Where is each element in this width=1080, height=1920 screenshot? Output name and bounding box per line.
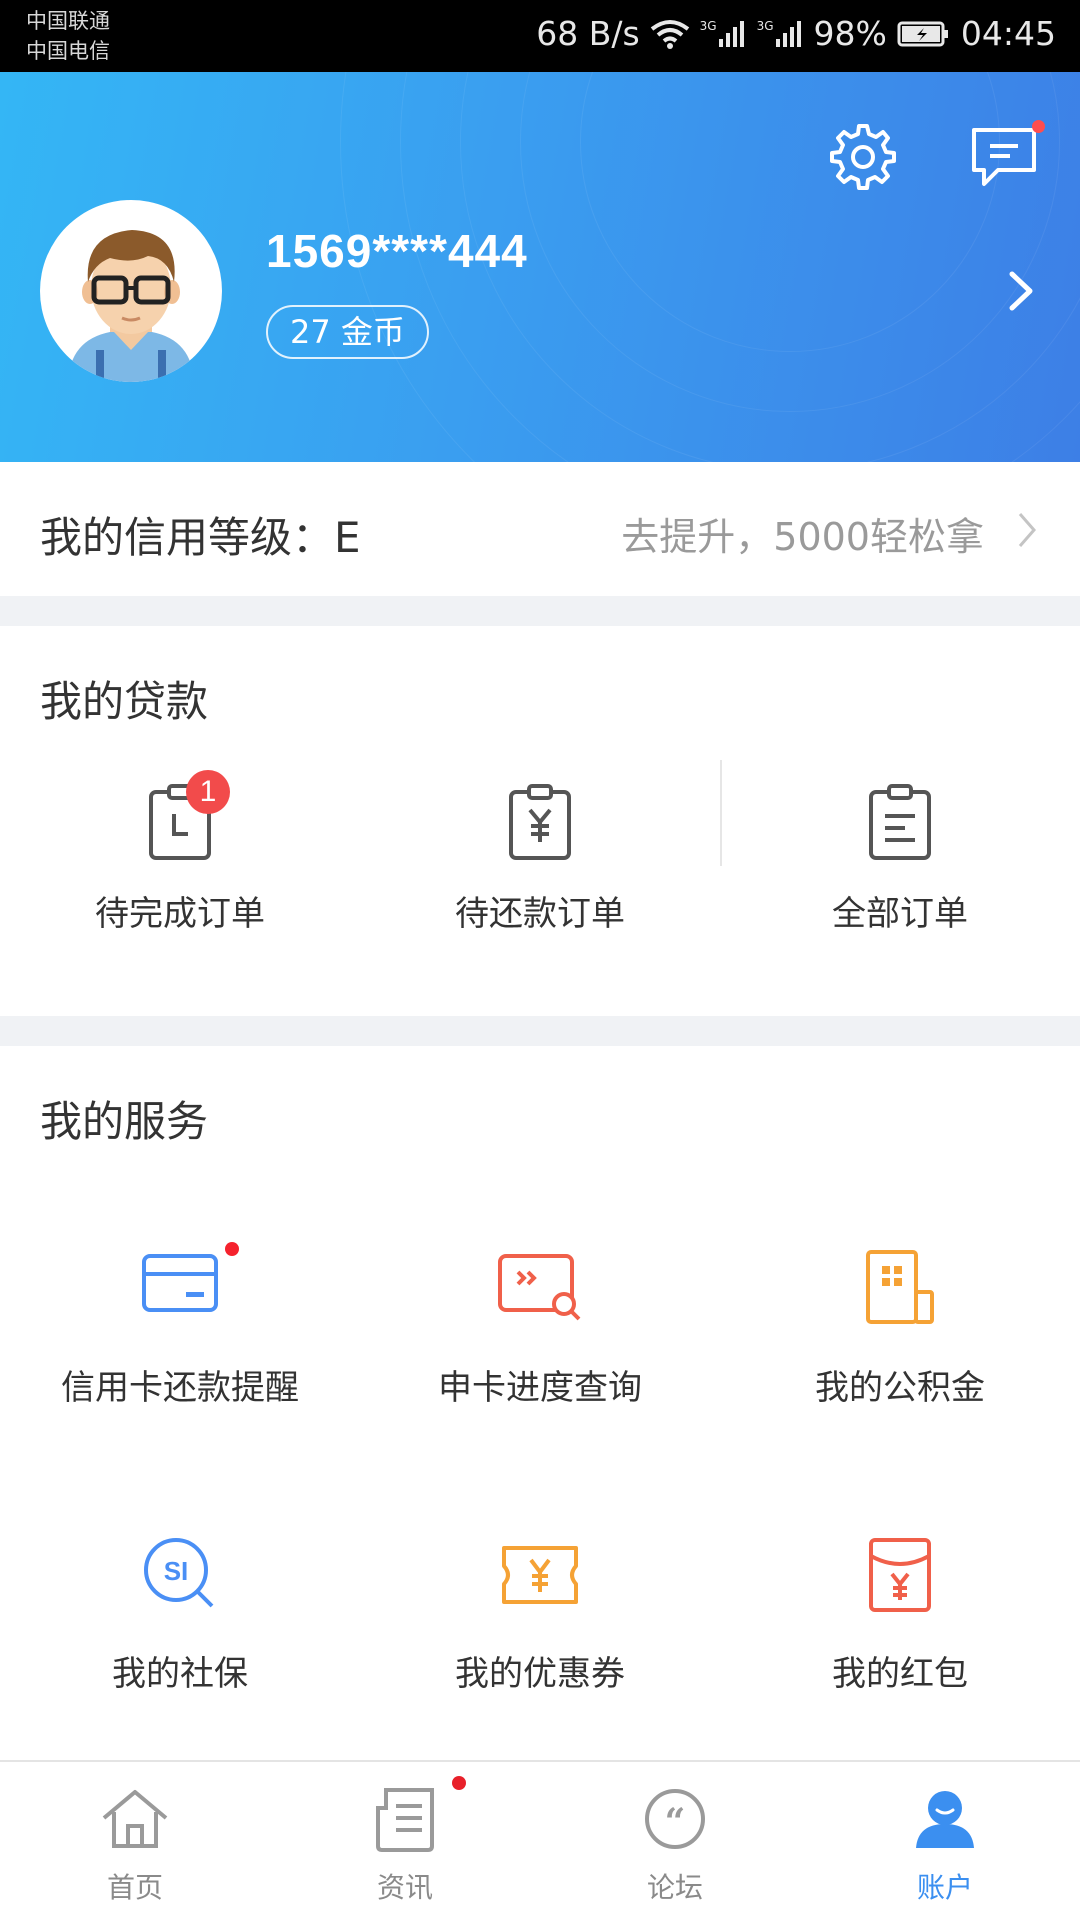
card-progress-button[interactable]: 申卡进度查询	[360, 1240, 720, 1420]
chevron-right-icon	[1016, 510, 1038, 550]
news-notification-dot	[452, 1776, 466, 1790]
all-orders-label: 全部订单	[832, 894, 968, 934]
signal-icon: 3G	[700, 19, 747, 49]
repayment-orders-button[interactable]: 待还款订单	[360, 770, 720, 950]
credit-level-label: 我的信用等级：E	[40, 513, 361, 562]
nav-home[interactable]: 首页	[0, 1762, 270, 1920]
nav-account[interactable]: 账户	[810, 1762, 1080, 1920]
carrier-1: 中国联通	[26, 9, 110, 33]
credit-level-row[interactable]: 我的信用等级：E 去提升，5000轻松拿	[0, 462, 1080, 596]
status-bar: 中国联通 中国电信 68 B/s 3G 3G 98% 04:45	[0, 0, 1080, 72]
repayment-order-label: 待还款订单	[455, 894, 625, 934]
status-indicators: 68 B/s 3G 3G 98% 04:45	[536, 14, 1056, 53]
nav-forum[interactable]: “ 论坛	[540, 1762, 810, 1920]
wifi-icon	[650, 18, 690, 50]
carrier-2: 中国电信	[26, 39, 110, 63]
chevron-right-icon[interactable]	[1006, 268, 1036, 314]
red-envelope-button[interactable]: 我的红包	[720, 1530, 1080, 1710]
social-security-button[interactable]: SI 我的社保	[0, 1530, 360, 1710]
battery-icon	[897, 20, 951, 48]
card-progress-search-icon	[496, 1250, 584, 1326]
nav-forum-label: 论坛	[646, 1871, 703, 1904]
credit-promo-link[interactable]: 去提升，5000轻松拿	[621, 506, 984, 561]
loans-section-title: 我的贷款	[40, 677, 209, 726]
carrier-info: 中国联通 中国电信	[26, 6, 110, 66]
svg-text:SI: SI	[164, 1556, 189, 1586]
profile-header: 1569****444 27 金币	[0, 72, 1080, 462]
coupon-label: 我的优惠券	[455, 1654, 625, 1694]
coins-badge[interactable]: 27 金币	[266, 305, 429, 359]
home-icon	[100, 1786, 170, 1856]
red-envelope-label: 我的红包	[832, 1654, 968, 1694]
nav-news[interactable]: 资讯	[270, 1762, 540, 1920]
all-orders-button[interactable]: 全部订单	[720, 770, 1080, 950]
nav-home-label: 首页	[106, 1871, 163, 1904]
account-icon	[912, 1786, 978, 1856]
svg-text:“: “	[665, 1801, 686, 1843]
nav-news-label: 资讯	[376, 1871, 433, 1904]
credit-card-icon	[140, 1250, 220, 1320]
nav-account-label: 账户	[916, 1871, 973, 1904]
social-security-label: 我的社保	[112, 1654, 248, 1694]
coupon-button[interactable]: 我的优惠券	[360, 1530, 720, 1710]
housing-fund-label: 我的公积金	[815, 1368, 985, 1408]
repayment-order-icon	[505, 782, 575, 866]
red-envelope-icon	[865, 1534, 935, 1620]
credit-card-reminder-button[interactable]: 信用卡还款提醒	[0, 1240, 360, 1420]
pending-order-badge: 1	[186, 770, 230, 814]
settings-icon[interactable]	[828, 122, 898, 192]
signal-icon-2: 3G	[757, 19, 804, 49]
credit-card-reminder-label: 信用卡还款提醒	[61, 1368, 299, 1408]
section-divider	[0, 596, 1080, 626]
forum-icon: “	[642, 1786, 708, 1856]
message-icon[interactable]	[968, 124, 1040, 194]
all-orders-icon	[865, 782, 935, 866]
news-icon	[372, 1786, 438, 1856]
building-icon	[862, 1246, 938, 1330]
card-progress-label: 申卡进度查询	[438, 1368, 642, 1408]
pending-orders-button[interactable]: 1 待完成订单	[0, 770, 360, 950]
battery-percent: 98%	[813, 14, 887, 53]
housing-fund-button[interactable]: 我的公积金	[720, 1240, 1080, 1420]
coupon-icon	[496, 1540, 584, 1614]
net-speed: 68 B/s	[536, 14, 640, 53]
avatar[interactable]	[40, 200, 222, 382]
pending-order-label: 待完成订单	[95, 894, 265, 934]
section-divider	[0, 1016, 1080, 1046]
message-notification-dot	[1032, 120, 1045, 133]
services-section-title: 我的服务	[40, 1097, 209, 1146]
bottom-nav: 首页 资讯 “ 论坛 账户	[0, 1760, 1080, 1920]
credit-card-reminder-dot	[225, 1242, 239, 1256]
username: 1569****444	[266, 225, 528, 277]
social-security-icon: SI	[140, 1534, 220, 1618]
clock: 04:45	[960, 14, 1056, 53]
